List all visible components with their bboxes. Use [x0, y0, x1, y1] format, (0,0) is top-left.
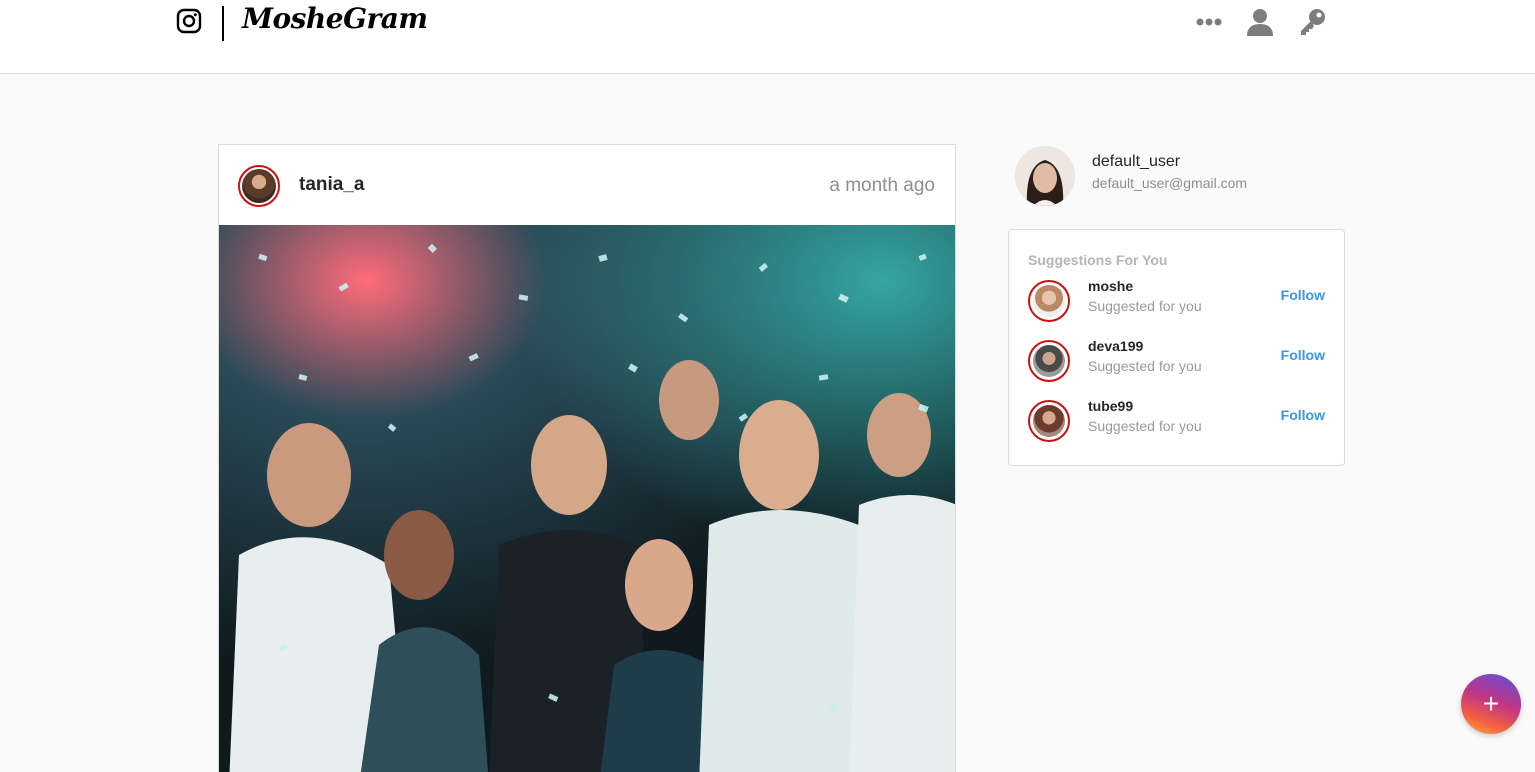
- follow-button[interactable]: Follow: [1281, 407, 1325, 423]
- suggestion-avatar[interactable]: [1028, 280, 1070, 322]
- suggestion-username[interactable]: tube99: [1088, 398, 1133, 414]
- top-header: MosheGram: [0, 0, 1535, 74]
- suggestion-username[interactable]: deva199: [1088, 338, 1143, 354]
- post-image[interactable]: [219, 225, 955, 772]
- post-card: tania_a a month ago: [218, 144, 956, 772]
- current-user-avatar[interactable]: [1015, 146, 1075, 206]
- key-icon[interactable]: [1296, 6, 1328, 38]
- suggestion-item: tube99 Suggested for you Follow: [1009, 398, 1344, 460]
- user-icon[interactable]: [1244, 6, 1276, 38]
- suggestion-avatar[interactable]: [1028, 400, 1070, 442]
- brand-logo[interactable]: MosheGram: [242, 2, 428, 35]
- add-post-button[interactable]: +: [1461, 674, 1521, 734]
- post-timestamp: a month ago: [829, 175, 935, 196]
- suggestions-title: Suggestions For You: [1028, 252, 1168, 268]
- suggestion-subtitle: Suggested for you: [1088, 418, 1202, 434]
- instagram-icon[interactable]: [176, 8, 202, 34]
- logo-divider: [222, 6, 224, 41]
- current-user-email: default_user@gmail.com: [1092, 175, 1248, 191]
- suggestion-item: deva199 Suggested for you Follow: [1009, 338, 1344, 400]
- post-header: tania_a a month ago: [219, 145, 955, 225]
- suggestion-username[interactable]: moshe: [1088, 278, 1133, 294]
- post-author-avatar[interactable]: [238, 165, 280, 207]
- plus-icon: +: [1482, 688, 1500, 719]
- more-icon[interactable]: [1193, 6, 1225, 38]
- suggestion-item: moshe Suggested for you Follow: [1009, 278, 1344, 340]
- suggestion-subtitle: Suggested for you: [1088, 358, 1202, 374]
- follow-button[interactable]: Follow: [1281, 347, 1325, 363]
- follow-button[interactable]: Follow: [1281, 287, 1325, 303]
- current-user-username[interactable]: default_user: [1092, 153, 1180, 171]
- suggestions-panel: Suggestions For You moshe Suggested for …: [1008, 229, 1345, 466]
- suggestion-subtitle: Suggested for you: [1088, 298, 1202, 314]
- suggestion-avatar[interactable]: [1028, 340, 1070, 382]
- post-author-username[interactable]: tania_a: [299, 174, 364, 196]
